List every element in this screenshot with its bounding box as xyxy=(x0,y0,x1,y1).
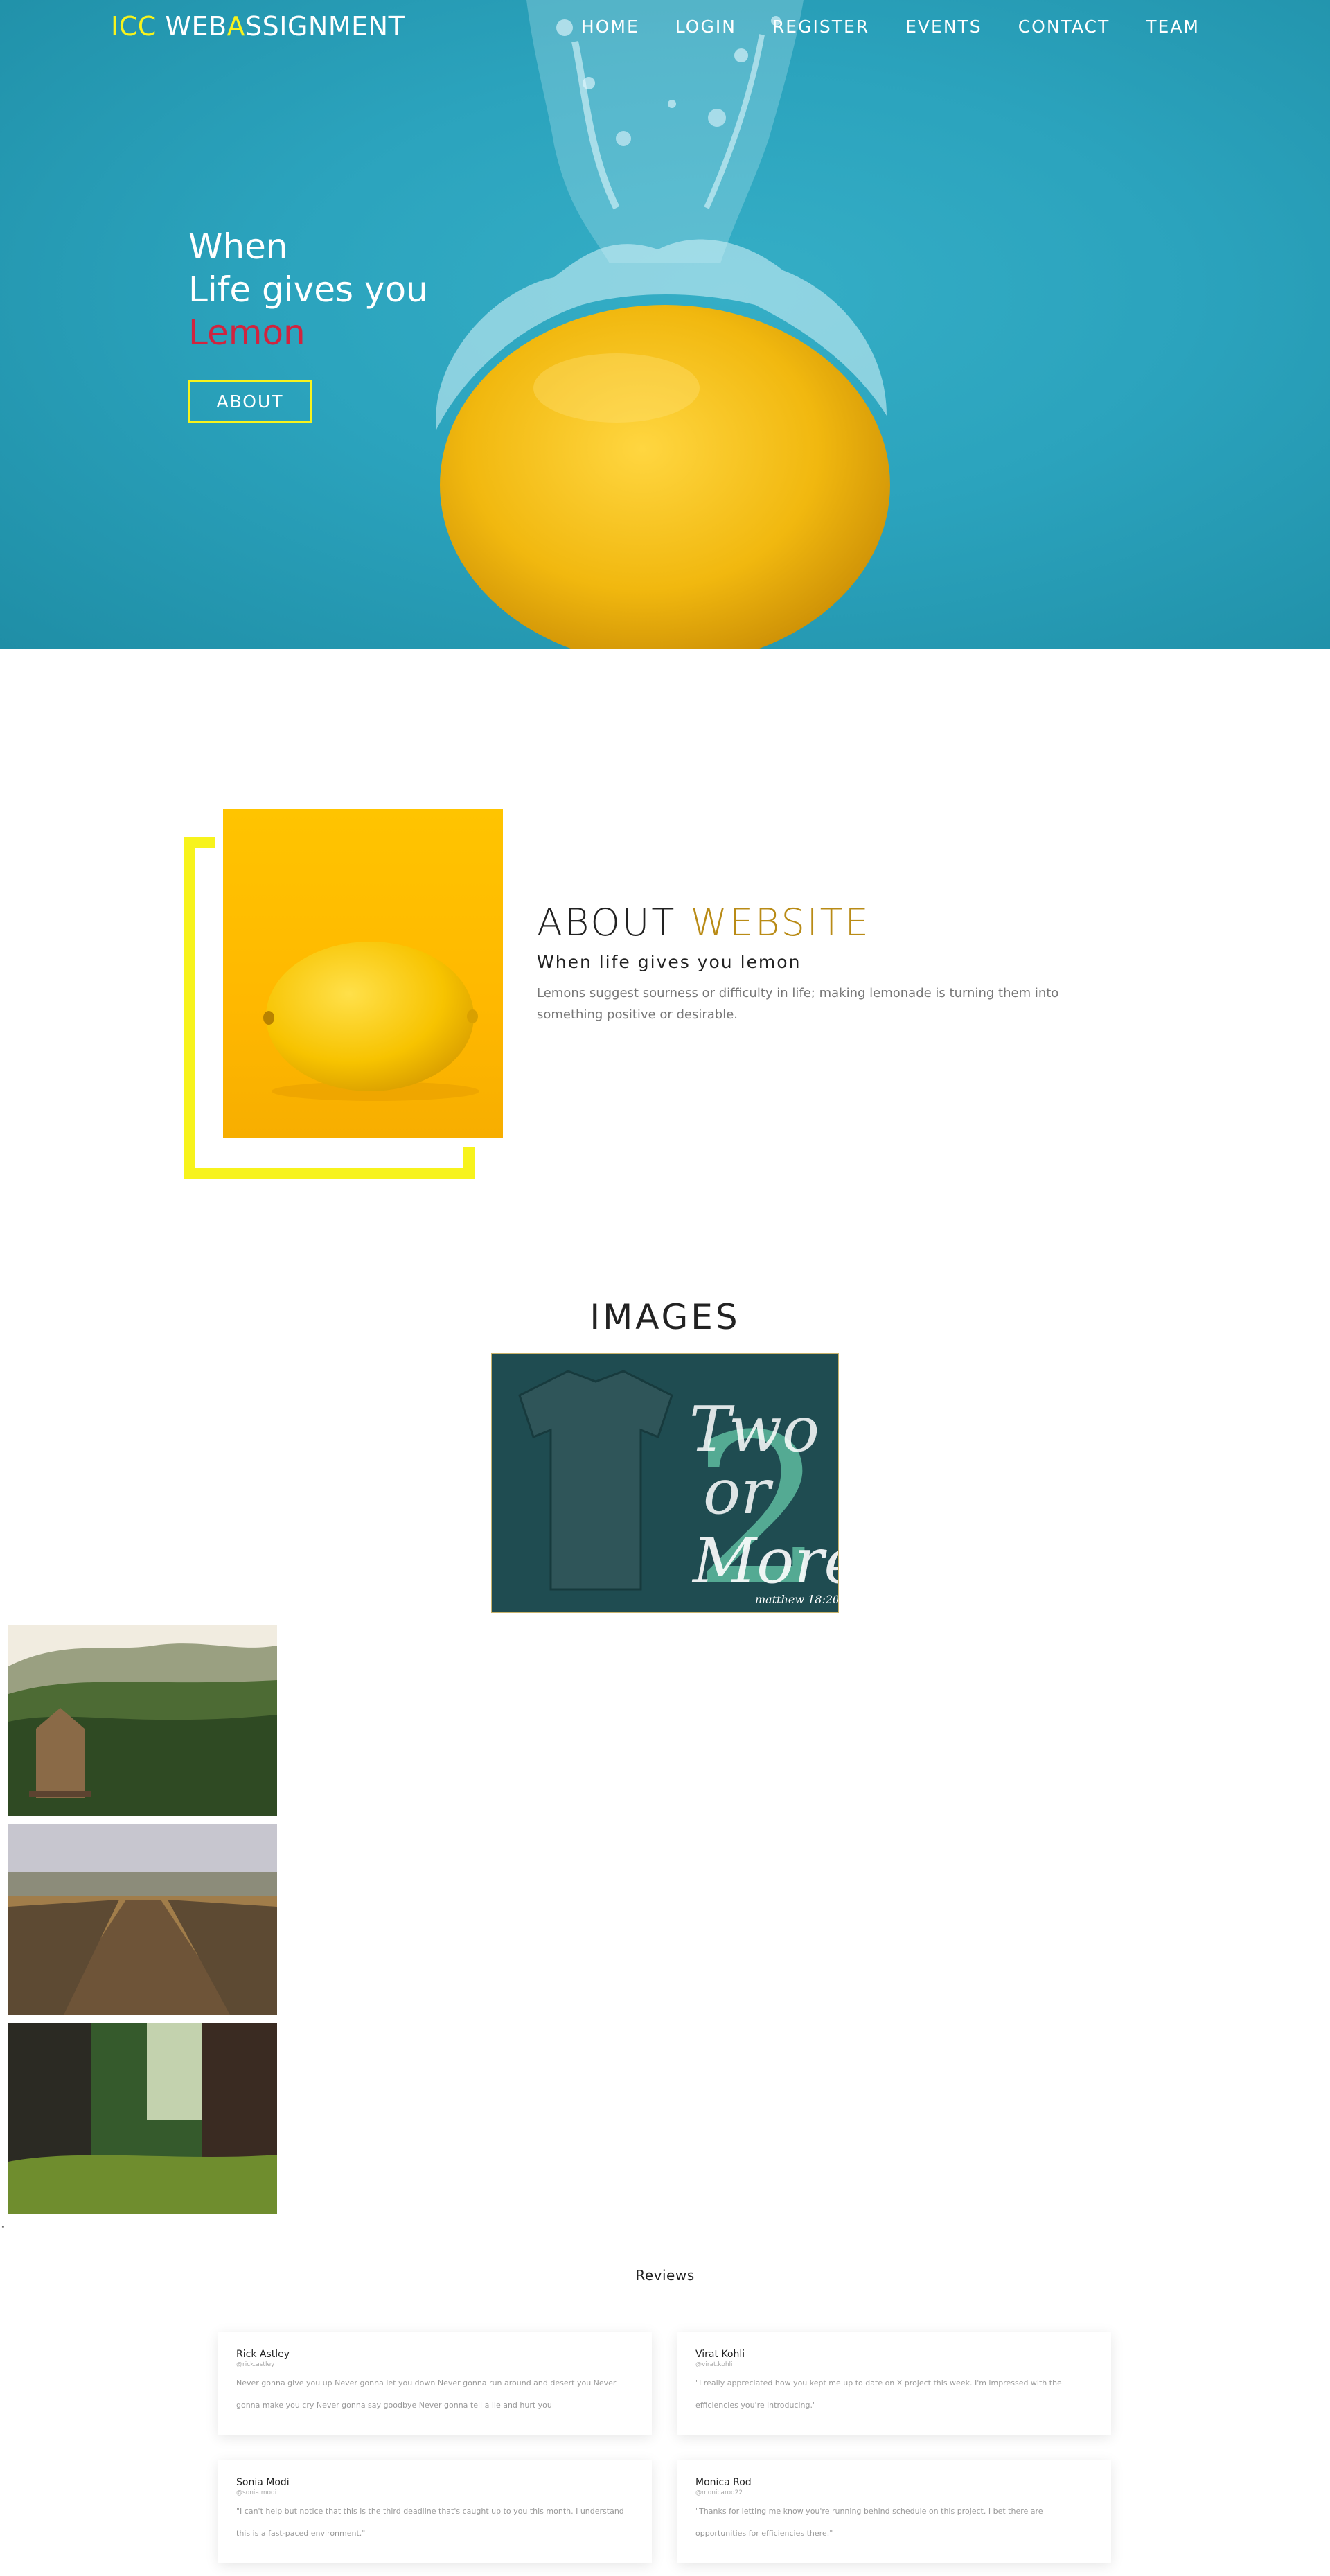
tshirt-word-3: More xyxy=(691,1525,839,1598)
lemon-splash-image xyxy=(436,0,890,649)
hero-section: ICC WEBASSIGNMENT HOME LOGIN REGISTER EV… xyxy=(0,0,1330,649)
about-frame-decoration-right xyxy=(463,1147,475,1179)
tshirt-word-2: or xyxy=(703,1456,774,1528)
hero-line-3: Lemon xyxy=(188,312,305,353)
logo-part-a: A xyxy=(227,11,246,42)
logo-part-web: WEB xyxy=(165,11,227,42)
about-lemon-image xyxy=(223,809,503,1138)
review-card: Rick Astley @rick.astley Never gonna giv… xyxy=(218,2332,652,2435)
about-subtitle: When life gives you lemon xyxy=(537,952,801,972)
review-card: Sonia Modi @sonia.modi "I can't help but… xyxy=(218,2460,652,2563)
review-name: Sonia Modi xyxy=(236,2477,290,2488)
about-title-main: ABOUT xyxy=(537,901,677,944)
nav-team[interactable]: TEAM xyxy=(1146,17,1200,37)
review-name: Rick Astley xyxy=(236,2349,290,2360)
review-text: Never gonna give you up Never gonna let … xyxy=(236,2379,617,2410)
main-nav: HOME LOGIN REGISTER EVENTS CONTACT TEAM xyxy=(581,17,1200,37)
hero-line-1: When xyxy=(188,227,288,267)
logo-part-ssignment: SSIGNMENT xyxy=(245,11,405,42)
site-logo[interactable]: ICC WEBASSIGNMENT xyxy=(111,11,405,42)
review-handle: @sonia.modi xyxy=(236,2489,277,2496)
review-name: Virat Kohli xyxy=(695,2349,745,2360)
review-text: "I really appreciated how you kept me up… xyxy=(695,2379,1062,2410)
forest-path-image xyxy=(8,2023,277,2214)
review-handle: @monicarod22 xyxy=(695,2489,743,2496)
nav-events[interactable]: EVENTS xyxy=(905,17,982,37)
nav-register[interactable]: REGISTER xyxy=(772,17,869,37)
about-frame-decoration-bottom xyxy=(184,1168,475,1179)
tshirt-image: 2 Two or More matthew 18:20 xyxy=(491,1353,839,1613)
review-name: Monica Rod xyxy=(695,2477,752,2488)
nav-login[interactable]: LOGIN xyxy=(675,17,736,37)
about-button[interactable]: ABOUT xyxy=(188,380,312,423)
review-handle: @rick.astley xyxy=(236,2361,275,2368)
about-title: ABOUT WEBSITE xyxy=(537,901,871,944)
stray-mark: " xyxy=(1,2225,5,2233)
hero-line-2: Life gives you xyxy=(188,270,428,310)
hero-headline: When Life gives you Lemon xyxy=(188,225,428,354)
boardwalk-image xyxy=(8,1824,277,2015)
images-title: IMAGES xyxy=(589,1297,741,1337)
review-text: "Thanks for letting me know you're runni… xyxy=(695,2507,1043,2538)
logo-part-icc: ICC xyxy=(111,11,157,42)
review-text: "I can't help but notice that this is th… xyxy=(236,2507,624,2538)
reviews-title: Reviews xyxy=(635,2267,695,2284)
about-description: Lemons suggest sourness or difficulty in… xyxy=(537,986,1059,1022)
nav-home[interactable]: HOME xyxy=(581,17,639,37)
review-card: Monica Rod @monicarod22 "Thanks for lett… xyxy=(677,2460,1111,2563)
about-frame-decoration xyxy=(184,837,195,1179)
forest-cabin-image xyxy=(8,1625,277,1816)
about-frame-decoration-top xyxy=(184,837,215,848)
review-handle: @virat.kohli xyxy=(695,2361,733,2368)
tshirt-verse: matthew 18:20 xyxy=(755,1593,839,1606)
about-title-accent: WEBSITE xyxy=(690,901,871,944)
review-card: Virat Kohli @virat.kohli "I really appre… xyxy=(677,2332,1111,2435)
nav-contact[interactable]: CONTACT xyxy=(1018,17,1110,37)
